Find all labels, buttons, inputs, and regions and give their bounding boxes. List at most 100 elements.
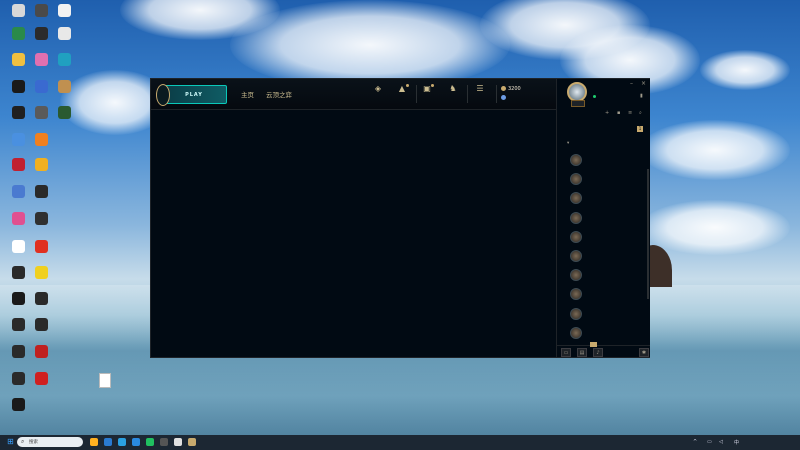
top-icon-collection[interactable]: ♞ bbox=[440, 84, 466, 95]
desktop-shortcut[interactable] bbox=[51, 106, 77, 120]
app-icon bbox=[34, 266, 48, 279]
friend-group-header[interactable]: ▾ bbox=[567, 141, 569, 146]
windows-start-icon[interactable]: ⊞ bbox=[7, 438, 15, 446]
friend-avatar bbox=[570, 173, 582, 186]
app-icon bbox=[11, 372, 25, 385]
divider bbox=[496, 85, 497, 103]
missions-icon[interactable]: ▤ bbox=[577, 348, 587, 357]
app-icon[interactable] bbox=[132, 438, 140, 446]
app-icon[interactable] bbox=[160, 438, 168, 446]
volume-icon[interactable]: ◁ bbox=[719, 439, 723, 445]
minimize-icon[interactable]: – bbox=[630, 80, 633, 87]
close-icon[interactable]: × bbox=[641, 80, 646, 87]
desktop-file-icon[interactable] bbox=[92, 373, 118, 389]
notification-dot bbox=[431, 84, 434, 87]
cloud bbox=[640, 200, 790, 255]
currency-display[interactable]: 3200 bbox=[501, 84, 546, 102]
desktop-shortcut[interactable] bbox=[51, 4, 77, 18]
app-icon bbox=[34, 318, 48, 331]
friend-list-item[interactable] bbox=[567, 190, 647, 209]
friend-avatar bbox=[570, 288, 582, 301]
friend-list-item[interactable] bbox=[567, 229, 647, 248]
ime-icon[interactable]: 中 bbox=[734, 439, 739, 446]
scrollbar[interactable] bbox=[647, 169, 649, 299]
nav-tft[interactable]: 云顶之弈 bbox=[266, 89, 292, 99]
nav-home[interactable]: 主页 bbox=[241, 89, 254, 99]
play-button[interactable]: PLAY bbox=[156, 84, 227, 106]
friend-list-item[interactable] bbox=[567, 210, 647, 229]
friend-requests-badge: 1 bbox=[637, 126, 643, 132]
app-icon[interactable] bbox=[174, 438, 182, 446]
desktop-shortcut[interactable] bbox=[5, 398, 31, 412]
friend-list-item[interactable] bbox=[567, 248, 647, 267]
online-status bbox=[593, 95, 597, 100]
loot-icon: ☰ bbox=[476, 84, 484, 93]
desktop-shortcut[interactable] bbox=[51, 53, 77, 67]
top-icon-loot[interactable]: ☰ bbox=[467, 84, 493, 95]
app-icon bbox=[34, 372, 48, 385]
client-top-bar: PLAY 主页 云顶之弈 ◈ ▲ ▣ ♞ ☰ 3200 bbox=[151, 79, 556, 110]
avatar bbox=[567, 82, 587, 102]
desktop-shortcut[interactable] bbox=[51, 80, 77, 94]
app-icon[interactable] bbox=[146, 438, 154, 446]
league-client-icon[interactable] bbox=[188, 438, 196, 446]
app-icon bbox=[11, 106, 25, 119]
voice-icon[interactable]: ♪ bbox=[593, 348, 603, 357]
desktop-shortcut[interactable] bbox=[28, 185, 54, 199]
app-icon bbox=[57, 80, 71, 93]
list-icon[interactable]: ≡ bbox=[628, 111, 633, 116]
top-icon-store[interactable]: ▣ bbox=[414, 84, 440, 95]
level-badge bbox=[571, 100, 585, 107]
search-icon[interactable]: ⌕ bbox=[639, 111, 644, 116]
friend-list-item[interactable] bbox=[567, 267, 647, 286]
desktop-shortcut[interactable] bbox=[28, 318, 54, 332]
desktop-shortcut[interactable] bbox=[28, 133, 54, 147]
app-icon bbox=[11, 27, 25, 40]
folder-icon[interactable]: ▪ bbox=[617, 111, 622, 116]
app-icon bbox=[34, 53, 48, 66]
app-icon bbox=[34, 133, 48, 146]
friend-list-item[interactable] bbox=[567, 152, 647, 171]
app-icon bbox=[11, 345, 25, 358]
friend-list-item[interactable] bbox=[567, 306, 647, 325]
game-client-window: PLAY 主页 云顶之弈 ◈ ▲ ▣ ♞ ☰ 3200 – × ▮ + ▪ ≡ … bbox=[150, 78, 650, 358]
taskbar: ⊞ ⌕ 搜索 ^ ▭ ◁ 中 bbox=[0, 435, 800, 450]
friend-list-item[interactable] bbox=[567, 286, 647, 305]
edge-icon[interactable] bbox=[118, 438, 126, 446]
friend-list-item[interactable] bbox=[567, 171, 647, 190]
taskbar-search[interactable]: ⌕ 搜索 bbox=[17, 437, 83, 447]
taskview-icon[interactable] bbox=[104, 438, 112, 446]
social-header: + ▪ ≡ ⌕ bbox=[557, 109, 650, 119]
chat-icon[interactable]: ▭ bbox=[561, 348, 571, 357]
menu-icon[interactable]: ▮ bbox=[640, 93, 643, 99]
app-icon bbox=[34, 80, 48, 93]
desktop-shortcut[interactable] bbox=[28, 158, 54, 172]
social-panel: – × ▮ + ▪ ≡ ⌕ 1 ▾ ▭ ▤ ♪ ✱ bbox=[556, 79, 650, 357]
app-icon bbox=[11, 80, 25, 93]
desktop-shortcut[interactable] bbox=[28, 372, 54, 386]
app-icon bbox=[11, 185, 25, 198]
app-icon bbox=[11, 398, 25, 411]
tray-expand-icon[interactable]: ^ bbox=[693, 439, 697, 445]
add-friend-icon[interactable]: + bbox=[605, 111, 610, 116]
friend-list-item[interactable] bbox=[567, 325, 647, 344]
desktop-shortcut[interactable] bbox=[51, 27, 77, 41]
cloud bbox=[230, 0, 510, 90]
app-icon bbox=[11, 292, 25, 305]
top-icon-pass[interactable]: ▲ bbox=[389, 84, 415, 95]
friend-avatar bbox=[570, 154, 582, 166]
desktop-shortcut[interactable] bbox=[28, 212, 54, 226]
desktop-shortcut[interactable] bbox=[28, 240, 54, 254]
app-icon bbox=[34, 185, 48, 198]
settings-icon[interactable]: ✱ bbox=[639, 348, 649, 357]
profile-card[interactable]: – × ▮ bbox=[557, 79, 650, 109]
network-icon[interactable]: ▭ bbox=[707, 439, 712, 445]
app-icon bbox=[57, 27, 71, 40]
desktop-shortcut[interactable] bbox=[28, 292, 54, 306]
friend-avatar bbox=[570, 249, 582, 262]
desktop-shortcut[interactable] bbox=[28, 345, 54, 359]
file-explorer-icon[interactable] bbox=[90, 438, 98, 446]
desktop-shortcut[interactable] bbox=[28, 266, 54, 280]
app-icon bbox=[11, 240, 25, 253]
app-icon bbox=[34, 106, 48, 119]
